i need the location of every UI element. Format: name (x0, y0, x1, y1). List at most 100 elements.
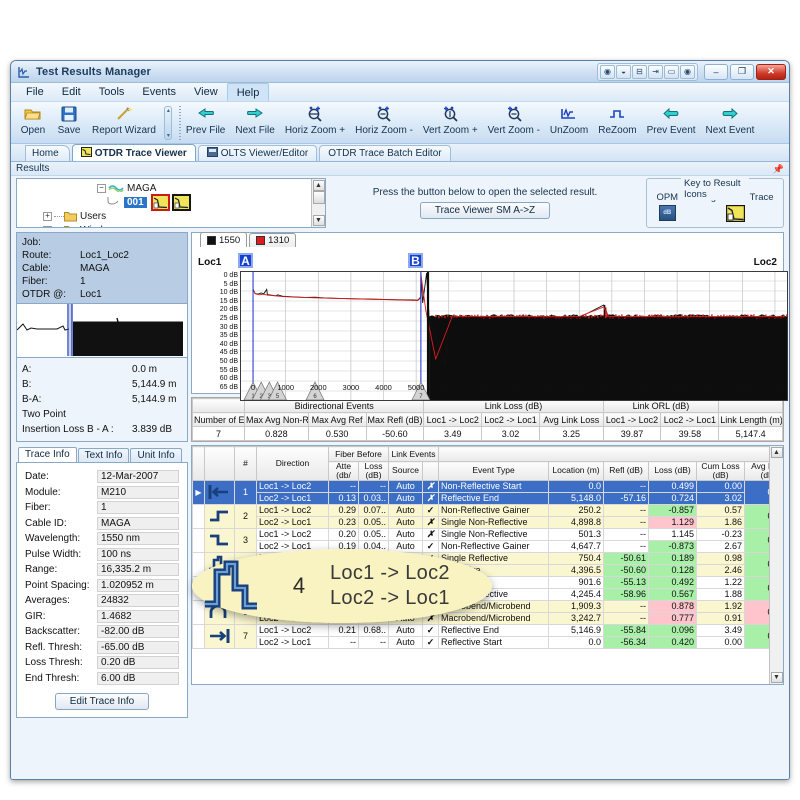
minimize-button[interactable]: – (704, 64, 728, 80)
row-selector-cell[interactable] (193, 504, 205, 528)
table-row[interactable]: Loc2 -> Loc10.130.03..Auto✗Reflective En… (193, 492, 770, 504)
trace-info-fiber-key: Fiber: (25, 502, 97, 513)
table-row[interactable]: ▶1Loc1 -> Loc2----Auto✗Non-Reflective St… (193, 480, 770, 492)
wavelength-tab-1550[interactable]: 1550 (200, 232, 247, 247)
row-selector-cell[interactable] (193, 576, 205, 600)
event-location: 501.3 (549, 528, 604, 540)
table-row[interactable]: Loc2 -> Loc10.190.04..Auto✓Non-Reflectiv… (193, 540, 770, 552)
events-table[interactable]: # Direction Fiber Before Link Events Att… (192, 446, 769, 684)
toolbar-separator[interactable]: ▴▾ (164, 104, 173, 142)
table-row[interactable]: Loc2 -> Loc10.150.49..Auto✗Macrobend/Mic… (193, 612, 770, 624)
tree-vertical-scrollbar[interactable]: ▲ ▼ (311, 179, 325, 227)
trace-result-b[interactable] (172, 194, 191, 211)
options-icon[interactable]: ◉ (680, 65, 695, 79)
toolbar-prev-event-button[interactable]: Prev Event (642, 103, 701, 143)
expander-icon[interactable]: − (97, 184, 106, 193)
tab-olts-viewer-editor[interactable]: OLTS Viewer/Editor (198, 145, 317, 161)
tab-unit-info[interactable]: Unit Info (130, 448, 181, 462)
table-row[interactable]: 7 0.828 0.530 -50.60 3.49 3.02 3.25 39.8… (193, 427, 783, 441)
menu-item-edit[interactable]: Edit (53, 83, 90, 101)
table-row[interactable]: Loc2 -> Loc10.170.28..Auto✓Reflective4,3… (193, 564, 770, 576)
event-location: 3,242.7 (549, 612, 604, 624)
event-atten: 0.20 (329, 528, 359, 540)
edit-trace-info-button[interactable]: Edit Trace Info (55, 693, 149, 710)
event-source: Auto (389, 600, 423, 612)
toolbar-vert-zoom-out-button[interactable]: Vert Zoom - (483, 103, 545, 143)
cursor-marker-a[interactable]: A (238, 253, 253, 268)
layout-icon[interactable]: ⊟ (632, 65, 647, 79)
menu-item-events[interactable]: Events (133, 83, 185, 101)
row-selector-cell[interactable] (193, 624, 205, 648)
tab-text-info[interactable]: Text Info (78, 448, 130, 462)
table-row[interactable]: 4Loc1 -> Loc20.180.32..Auto✓Single Refle… (193, 552, 770, 564)
export-icon[interactable]: ⇥ (648, 65, 663, 79)
table-row[interactable]: 2Loc1 -> Loc20.290.07..Auto✓Non-Reflecti… (193, 504, 770, 516)
toolbar-horiz-zoom-out-button[interactable]: Horiz Zoom - (350, 103, 418, 143)
tab-otdr-trace-viewer[interactable]: OTDR Trace Viewer (72, 144, 196, 161)
plot-area[interactable]: Loc1 Loc2 A B 0 dB 5 dB 10 dB 15 dB 20 d… (192, 247, 783, 393)
toolbar-unzoom-button[interactable]: UnZoom (545, 103, 593, 143)
cursor-marker-b[interactable]: B (408, 253, 423, 268)
otdr-trace-chart[interactable]: 1550 1310 Loc1 Loc2 A B 0 dB 5 dB 10 (191, 232, 784, 394)
scroll-up-icon[interactable]: ▲ (771, 447, 783, 458)
events-table-container[interactable]: # Direction Fiber Before Link Events Att… (191, 445, 784, 685)
toolbar-prev-file-button[interactable]: Prev File (181, 103, 230, 143)
trace-result-a-selected[interactable] (151, 194, 170, 211)
restore-icon[interactable]: ◉ (600, 65, 615, 79)
toolbar-rezoom-button[interactable]: ReZoom (593, 103, 641, 143)
pin-icon[interactable]: 📌 (773, 164, 784, 175)
scroll-down-icon[interactable]: ▼ (313, 215, 325, 226)
table-row[interactable]: 6Loc1 -> Loc20.140.51..Auto✗Macrobend/Mi… (193, 600, 770, 612)
table-row[interactable]: 7Loc1 -> Loc20.210.68..Auto✓Reflective E… (193, 624, 770, 636)
row-selector-cell[interactable] (193, 600, 205, 624)
menu-item-help[interactable]: Help (227, 83, 270, 101)
tab-trace-info[interactable]: Trace Info (18, 447, 77, 462)
scroll-up-icon[interactable]: ▲ (313, 180, 325, 191)
scroll-thumb[interactable] (313, 191, 325, 204)
toolbar-grip-handle[interactable]: ▴▾ (164, 106, 172, 140)
tree-node-001[interactable]: 001 (39, 195, 311, 209)
tree-node-windows[interactable]: + Windows (39, 223, 311, 227)
maximize-button[interactable]: ❐ (730, 64, 754, 80)
table-row[interactable]: Loc2 -> Loc10.180.36..Auto✓Single Reflec… (193, 588, 770, 600)
results-tree-panel[interactable]: − MAGA 001 (16, 178, 326, 228)
close-button[interactable]: ✕ (756, 64, 786, 80)
toolbar-next-file-button[interactable]: Next File (230, 103, 279, 143)
expander-icon[interactable]: + (43, 212, 52, 221)
event-direction: Loc2 -> Loc1 (257, 636, 329, 648)
scroll-down-icon[interactable]: ▼ (771, 672, 783, 683)
mini-trace-overview[interactable] (16, 304, 188, 358)
wavelength-tab-1310[interactable]: 1310 (249, 233, 296, 247)
toolbar-vert-zoom-in-button[interactable]: Vert Zoom + (418, 103, 483, 143)
menu-item-file[interactable]: File (17, 83, 53, 101)
results-tree[interactable]: − MAGA 001 (17, 179, 311, 227)
results-header-bar (11, 162, 789, 176)
table-row[interactable]: 5Loc1 -> Loc20.160.41..Auto✓Reflective90… (193, 576, 770, 588)
toolbar-next-event-button[interactable]: Next Event (701, 103, 760, 143)
toolbar-save-button[interactable]: Save (51, 103, 87, 143)
events-col-cum-loss: Cum Loss (dB) (697, 462, 745, 481)
table-row[interactable]: 3Loc1 -> Loc20.200.05..Auto✗Single Non-R… (193, 528, 770, 540)
expander-icon[interactable]: + (43, 226, 52, 228)
tab-home[interactable]: Home (25, 145, 70, 161)
table-row[interactable]: Loc2 -> Loc10.230.05..Auto✗Single Non-Re… (193, 516, 770, 528)
row-selector-cell[interactable] (193, 552, 205, 576)
tab-otdr-trace-batch-editor[interactable]: OTDR Trace Batch Editor (319, 145, 450, 161)
table-row[interactable]: Loc2 -> Loc1----Auto✓Reflective Start0.0… (193, 636, 770, 648)
toolbar-open-button[interactable]: Open (15, 103, 51, 143)
tree-node-users[interactable]: + Users (39, 209, 311, 223)
info-tab-strip: Trace Info Text Info Unit Info (16, 447, 188, 462)
menu-item-tools[interactable]: Tools (90, 83, 134, 101)
events-vertical-scrollbar[interactable]: ▲ ▼ (769, 446, 783, 684)
toolbar-report-wizard-button[interactable]: Report Wizard (87, 103, 161, 143)
help-icon[interactable]: ◒ (616, 65, 631, 79)
toolbar-vert-zoom-in-label: Vert Zoom + (423, 125, 478, 136)
menu-item-view[interactable]: View (185, 83, 227, 101)
extra-title-buttons[interactable]: ◉ ◒ ⊟ ⇥ ▭ ◉ (597, 63, 698, 81)
row-selector-cell[interactable]: ▶ (193, 480, 205, 504)
row-selector-cell[interactable] (193, 528, 205, 552)
x-tick: 12000 (630, 383, 658, 392)
window-icon[interactable]: ▭ (664, 65, 679, 79)
toolbar-horiz-zoom-in-button[interactable]: Horiz Zoom + (280, 103, 350, 143)
trace-viewer-button[interactable]: Trace Viewer SM A->Z (420, 202, 550, 219)
